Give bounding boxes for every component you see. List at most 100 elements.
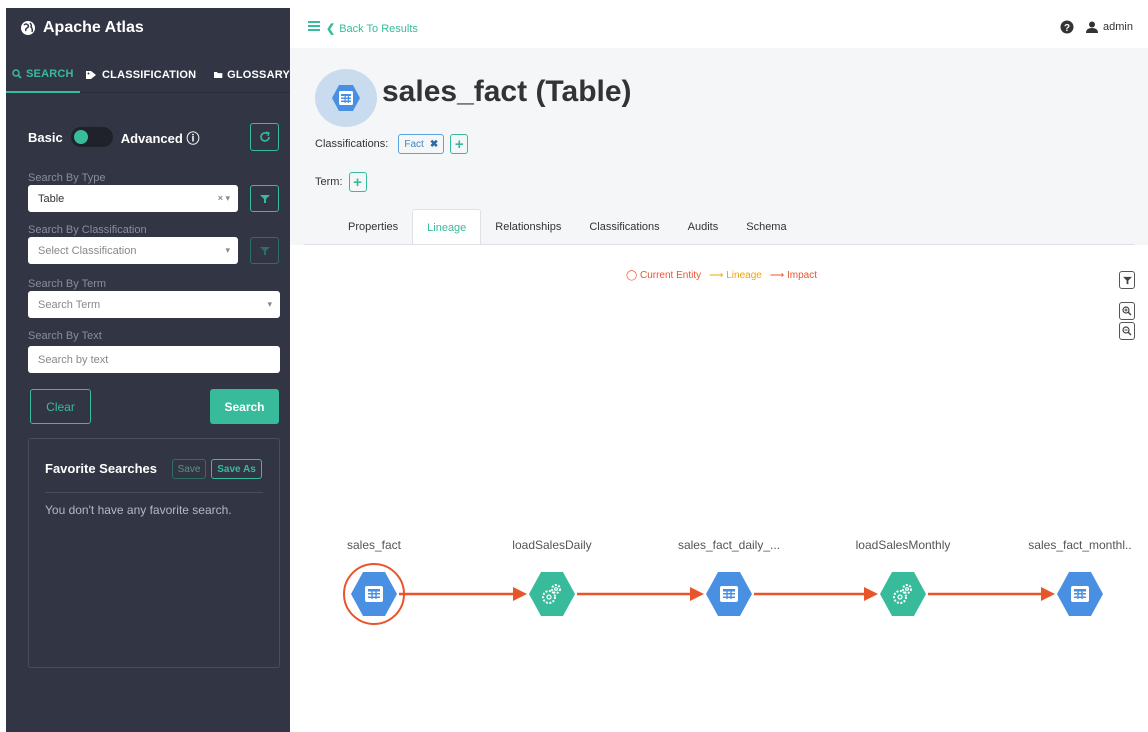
refresh-button[interactable]: [250, 123, 279, 151]
legend-impact: ⟶ Impact: [769, 270, 817, 281]
globe-icon: [21, 20, 35, 35]
sidebar: Apache Atlas SEARCH CLASSIFICATION GLOSS…: [6, 8, 290, 732]
text-search-placeholder: Search by text: [38, 353, 109, 366]
term-select[interactable]: Search Term ▾: [28, 291, 280, 318]
lineage-legend: ◯ Current Entity ⟶ Lineage ⟶ Impact: [626, 270, 825, 281]
search-by-type-label: Search By Type: [28, 172, 106, 184]
tab-schema[interactable]: Schema: [732, 209, 800, 245]
search-by-text-label: Search By Text: [28, 330, 102, 342]
filter-icon: [259, 246, 270, 255]
legend-impact-label: Impact: [786, 270, 817, 281]
back-to-results-link[interactable]: ❮ Back To Results: [326, 22, 418, 36]
lineage-edge: [928, 587, 1055, 601]
table-icon: [365, 586, 383, 602]
entity-tabs: Properties Lineage Relationships Classif…: [334, 209, 801, 245]
add-classification-button[interactable]: +: [450, 134, 469, 154]
tab-lineage[interactable]: Lineage: [412, 209, 482, 245]
type-select[interactable]: Table × ▾: [28, 185, 238, 212]
chevron-down-icon: ▾: [267, 299, 272, 309]
filter-icon: [1122, 276, 1132, 284]
type-filter-button[interactable]: [250, 185, 279, 212]
tab-glossary[interactable]: GLOSSARY: [204, 56, 290, 93]
legend-current-label: Current Entity: [639, 270, 702, 281]
type-select-value: Table: [38, 192, 65, 205]
save-as-button[interactable]: Save As: [211, 459, 262, 479]
tab-classifications[interactable]: Classifications: [575, 209, 673, 245]
refresh-icon: [259, 131, 270, 142]
table-entity-icon: [315, 69, 377, 127]
zoom-out-button[interactable]: [1119, 322, 1135, 340]
entity-header: sales_fact (Table) Classifications: Fact…: [290, 48, 1148, 245]
table-icon: [1071, 586, 1089, 602]
chevron-down-icon: ▾: [225, 245, 230, 255]
save-button[interactable]: Save: [172, 459, 206, 479]
search-icon: [12, 68, 22, 79]
table-icon: [720, 586, 738, 602]
lineage-process-node[interactable]: [880, 572, 926, 616]
tab-audits[interactable]: Audits: [674, 209, 733, 245]
tab-relationships[interactable]: Relationships: [481, 209, 575, 245]
app-title: Apache Atlas: [43, 18, 144, 36]
node-shape: [880, 572, 926, 616]
term-select-placeholder: Search Term: [38, 298, 101, 311]
basic-label[interactable]: Basic: [28, 130, 63, 145]
app-brand[interactable]: Apache Atlas: [6, 8, 290, 47]
lineage-table-node[interactable]: [343, 563, 405, 625]
lineage-table-node[interactable]: [1057, 572, 1103, 616]
top-bar: ❮ Back To Results ? admin: [290, 8, 1148, 48]
search-mode-toggle: Basic Advanced ⓘ: [28, 127, 199, 147]
zoom-out-icon: [1122, 326, 1132, 336]
search-button[interactable]: Search: [210, 389, 279, 424]
lineage-edge: [577, 587, 704, 601]
basic-advanced-switch[interactable]: [70, 127, 113, 147]
tab-classification[interactable]: CLASSIFICATION: [80, 56, 204, 93]
tab-classification-label: CLASSIFICATION: [102, 68, 197, 81]
divider: [45, 492, 263, 493]
tab-glossary-label: GLOSSARY: [227, 68, 290, 81]
classification-tag-label: Fact: [404, 138, 424, 150]
lineage-edge: [754, 587, 878, 601]
tab-divider: [304, 244, 1134, 245]
entity-title: sales_fact (Table): [382, 75, 632, 108]
user-menu[interactable]: admin: [1086, 21, 1133, 33]
hamburger-menu-icon[interactable]: [308, 21, 320, 31]
classification-select[interactable]: Select Classification ▾: [28, 237, 238, 264]
tab-properties[interactable]: Properties: [334, 209, 412, 245]
classifications-row: Classifications: Fact ✖ +: [315, 134, 469, 154]
node-shape: [529, 572, 575, 616]
search-by-classification-label: Search By Classification: [28, 224, 147, 236]
chevron-left-icon: ❮: [326, 23, 336, 35]
filter-icon: [259, 194, 270, 203]
folder-icon: [214, 71, 223, 78]
favorite-searches-panel: Favorite Searches Save Save As You don't…: [28, 438, 280, 668]
term-label: Term:: [315, 176, 343, 188]
svg-text:?: ?: [1064, 23, 1070, 34]
username: admin: [1103, 21, 1133, 33]
legend-lineage: ⟶ Lineage: [709, 270, 762, 281]
clear-icon[interactable]: ×: [218, 193, 223, 203]
main-content: ❮ Back To Results ? admin sales_fact (Ta…: [290, 8, 1148, 732]
help-icon[interactable]: ?: [1060, 20, 1074, 34]
add-term-button[interactable]: +: [348, 172, 367, 192]
text-search-input[interactable]: Search by text: [28, 346, 280, 373]
classification-filter-button[interactable]: [250, 237, 279, 264]
legend-lineage-label: Lineage: [726, 270, 762, 281]
classifications-label: Classifications:: [315, 138, 389, 150]
classification-tag[interactable]: Fact ✖: [398, 134, 445, 154]
lineage-process-node[interactable]: [529, 572, 575, 616]
lineage-edge: [399, 587, 527, 601]
zoom-in-icon: [1122, 306, 1132, 316]
clear-button[interactable]: Clear: [30, 389, 91, 424]
favorite-empty-text: You don't have any favorite search.: [45, 503, 232, 517]
remove-tag-icon[interactable]: ✖: [430, 139, 438, 150]
tab-search[interactable]: SEARCH: [6, 56, 80, 93]
type-select-controls[interactable]: × ▾: [218, 193, 230, 204]
tag-icon: [86, 70, 96, 79]
lineage-filter-button[interactable]: [1119, 271, 1135, 289]
switch-knob: [73, 130, 88, 144]
lineage-table-node[interactable]: [706, 572, 752, 616]
classification-select-placeholder: Select Classification: [38, 244, 137, 257]
advanced-label[interactable]: Advanced ⓘ: [121, 128, 200, 147]
user-icon: [1086, 21, 1098, 33]
zoom-in-button[interactable]: [1119, 302, 1135, 320]
